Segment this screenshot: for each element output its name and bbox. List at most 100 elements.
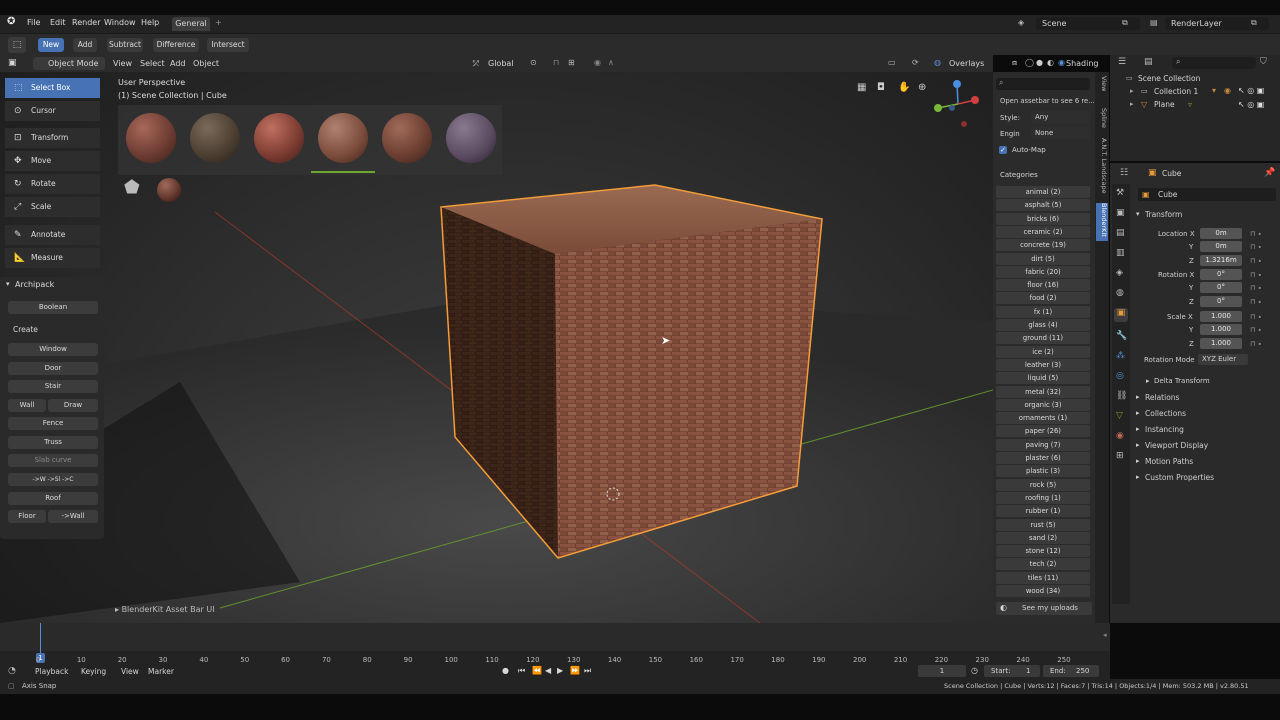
pivot-point-icon[interactable]: ⊙ (530, 58, 537, 67)
shading-dropdown[interactable]: Shading (1066, 59, 1099, 68)
asset-bar-label[interactable]: ▸ BlenderKit Asset Bar UI (115, 605, 215, 614)
lock-rotation-icon[interactable]: ⊓ ∙ (1250, 271, 1262, 279)
create-stair-button[interactable]: Stair (8, 380, 98, 393)
expand-icon[interactable]: ▸ (1136, 441, 1140, 449)
blender-logo-icon[interactable]: ✪ (7, 16, 15, 27)
tool-cursor[interactable]: ⊙ Cursor (5, 101, 100, 121)
category-button[interactable]: metal (32) (996, 385, 1090, 398)
mode-new-button[interactable]: New (38, 38, 64, 52)
copy-view-layer-icon[interactable]: ⧉ (1251, 18, 1257, 28)
mode-intersect-button[interactable]: Intersect (207, 38, 249, 52)
gizmo-icon[interactable]: ⟳ (912, 58, 919, 67)
workspace-tab-general[interactable]: General (172, 17, 210, 31)
create-roof-button[interactable]: Roof (8, 492, 98, 505)
transform-orientation-dropdown[interactable]: Global (488, 59, 514, 68)
category-button[interactable]: rock (5) (996, 478, 1090, 491)
view-layer-icon[interactable]: ▤ (1150, 18, 1158, 27)
navigation-gizmo[interactable] (930, 78, 986, 132)
camera-icon[interactable]: ◘ (877, 82, 885, 93)
expand-icon[interactable]: ▸ (1130, 87, 1134, 95)
category-button[interactable]: paper (26) (996, 425, 1090, 438)
category-button[interactable]: leather (3) (996, 358, 1090, 371)
record-icon[interactable]: ● (502, 666, 509, 675)
menu-help[interactable]: Help (141, 18, 159, 27)
world-tab-icon[interactable]: ◍ (1116, 288, 1124, 298)
automap-checkbox[interactable]: ✓ (999, 146, 1007, 154)
scene-icon[interactable]: ◈ (1018, 18, 1024, 27)
playback-menu[interactable]: Playback (35, 667, 68, 676)
material-shading-icon[interactable]: ◐ (1047, 58, 1054, 67)
instancing-panel[interactable]: Instancing (1145, 425, 1184, 434)
viewport-menu-select[interactable]: Select (140, 59, 165, 68)
prev-keyframe-icon[interactable]: ⏪ (532, 666, 542, 675)
tab-blenderkit[interactable]: BlenderKit (1096, 203, 1108, 241)
tab-spline[interactable]: Spline (1096, 108, 1108, 134)
pin-icon[interactable]: 📌 (1264, 168, 1275, 178)
rotation-mode-dropdown[interactable]: XYZ Euler (1198, 354, 1248, 365)
play-icon[interactable]: ▶ (557, 666, 563, 675)
scene-tab-icon[interactable]: ◈ (1116, 268, 1123, 278)
expand-icon[interactable]: ▸ (1136, 393, 1140, 401)
jump-end-icon[interactable]: ⏭ (584, 666, 591, 676)
asset-thumbnail[interactable] (382, 113, 432, 163)
category-button[interactable]: paving (7) (996, 438, 1090, 451)
asset-thumbnail[interactable] (318, 113, 368, 163)
blenderkit-search-field[interactable]: ⌕ (996, 78, 1090, 90)
timeline-view-menu[interactable]: View (121, 667, 139, 676)
select-box-tool-icon[interactable]: ⬚ (8, 37, 26, 53)
location-y-field[interactable]: 0m (1200, 241, 1242, 252)
filter-icon[interactable]: ⛉ (1260, 57, 1267, 67)
rotation-x-field[interactable]: 0° (1200, 269, 1242, 280)
view-layer-tab-icon[interactable]: ▥ (1116, 248, 1125, 258)
category-button[interactable]: stone (12) (996, 545, 1090, 558)
lock-location-icon[interactable]: ⊓ ∙ (1250, 243, 1262, 251)
scroll-arrow-icon[interactable]: ◂ (1103, 631, 1107, 639)
viewport-display-panel[interactable]: Viewport Display (1145, 441, 1208, 450)
category-button[interactable]: rubber (1) (996, 505, 1090, 518)
viewport-menu-add[interactable]: Add (170, 59, 186, 68)
end-frame-field[interactable]: End: 250 (1043, 665, 1099, 677)
category-button[interactable]: organic (3) (996, 398, 1090, 411)
create-truss-button[interactable]: Truss (8, 436, 98, 449)
particles-tab-icon[interactable]: ⁂ (1116, 351, 1125, 361)
tool-transform[interactable]: ⊡ Transform (5, 128, 100, 148)
selected-material-thumbnail[interactable] (157, 178, 181, 202)
rotation-z-field[interactable]: 0° (1200, 296, 1242, 307)
lock-rotation-icon[interactable]: ⊓ ∙ (1250, 298, 1262, 306)
category-button[interactable]: ornaments (1) (996, 412, 1090, 425)
display-mode-icon[interactable]: ▤ (1144, 57, 1153, 67)
boolean-button[interactable]: Boolean (8, 301, 98, 314)
category-button[interactable]: rust (5) (996, 518, 1090, 531)
delta-transform-label[interactable]: Delta Transform (1154, 377, 1210, 385)
create-floor-button[interactable]: Floor (8, 510, 46, 523)
category-button[interactable]: tiles (11) (996, 571, 1090, 584)
category-button[interactable]: animal (2) (996, 186, 1090, 198)
category-button[interactable]: plaster (6) (996, 452, 1090, 464)
create-door-button[interactable]: Door (8, 362, 98, 375)
editor-type-icon[interactable]: ▣ (8, 58, 17, 68)
next-keyframe-icon[interactable]: ⏩ (570, 666, 580, 675)
category-button[interactable]: ground (11) (996, 332, 1090, 345)
archipack-title[interactable]: Archipack (15, 280, 54, 289)
preview-range-icon[interactable]: ◷ (971, 666, 978, 675)
timeline-editor-icon[interactable]: ◔ (8, 666, 16, 676)
asset-thumbnail[interactable] (126, 113, 176, 163)
pan-hand-icon[interactable]: ✋ (898, 82, 910, 93)
category-button[interactable]: glass (4) (996, 319, 1090, 331)
lock-scale-icon[interactable]: ⊓ ∙ (1250, 313, 1262, 321)
overlays-dropdown[interactable]: Overlays (949, 59, 984, 68)
expand-icon[interactable]: ▸ (1136, 425, 1140, 433)
relations-panel[interactable]: Relations (1145, 393, 1179, 402)
transform-panel-title[interactable]: Transform (1145, 210, 1182, 219)
current-frame-field[interactable]: 1 (918, 665, 966, 677)
asset-thumbnail[interactable] (254, 113, 304, 163)
category-button[interactable]: ceramic (2) (996, 225, 1090, 238)
asset-thumbnail[interactable] (446, 113, 496, 163)
menu-edit[interactable]: Edit (50, 18, 66, 27)
panel-collapse-icon[interactable]: ▾ (1136, 210, 1140, 218)
category-button[interactable]: wood (34) (996, 585, 1090, 597)
location-x-field[interactable]: 0m (1200, 228, 1242, 239)
category-button[interactable]: ice (2) (996, 345, 1090, 358)
slab-curve-button[interactable]: Slab curve (8, 454, 98, 467)
category-button[interactable]: fabric (20) (996, 265, 1090, 278)
